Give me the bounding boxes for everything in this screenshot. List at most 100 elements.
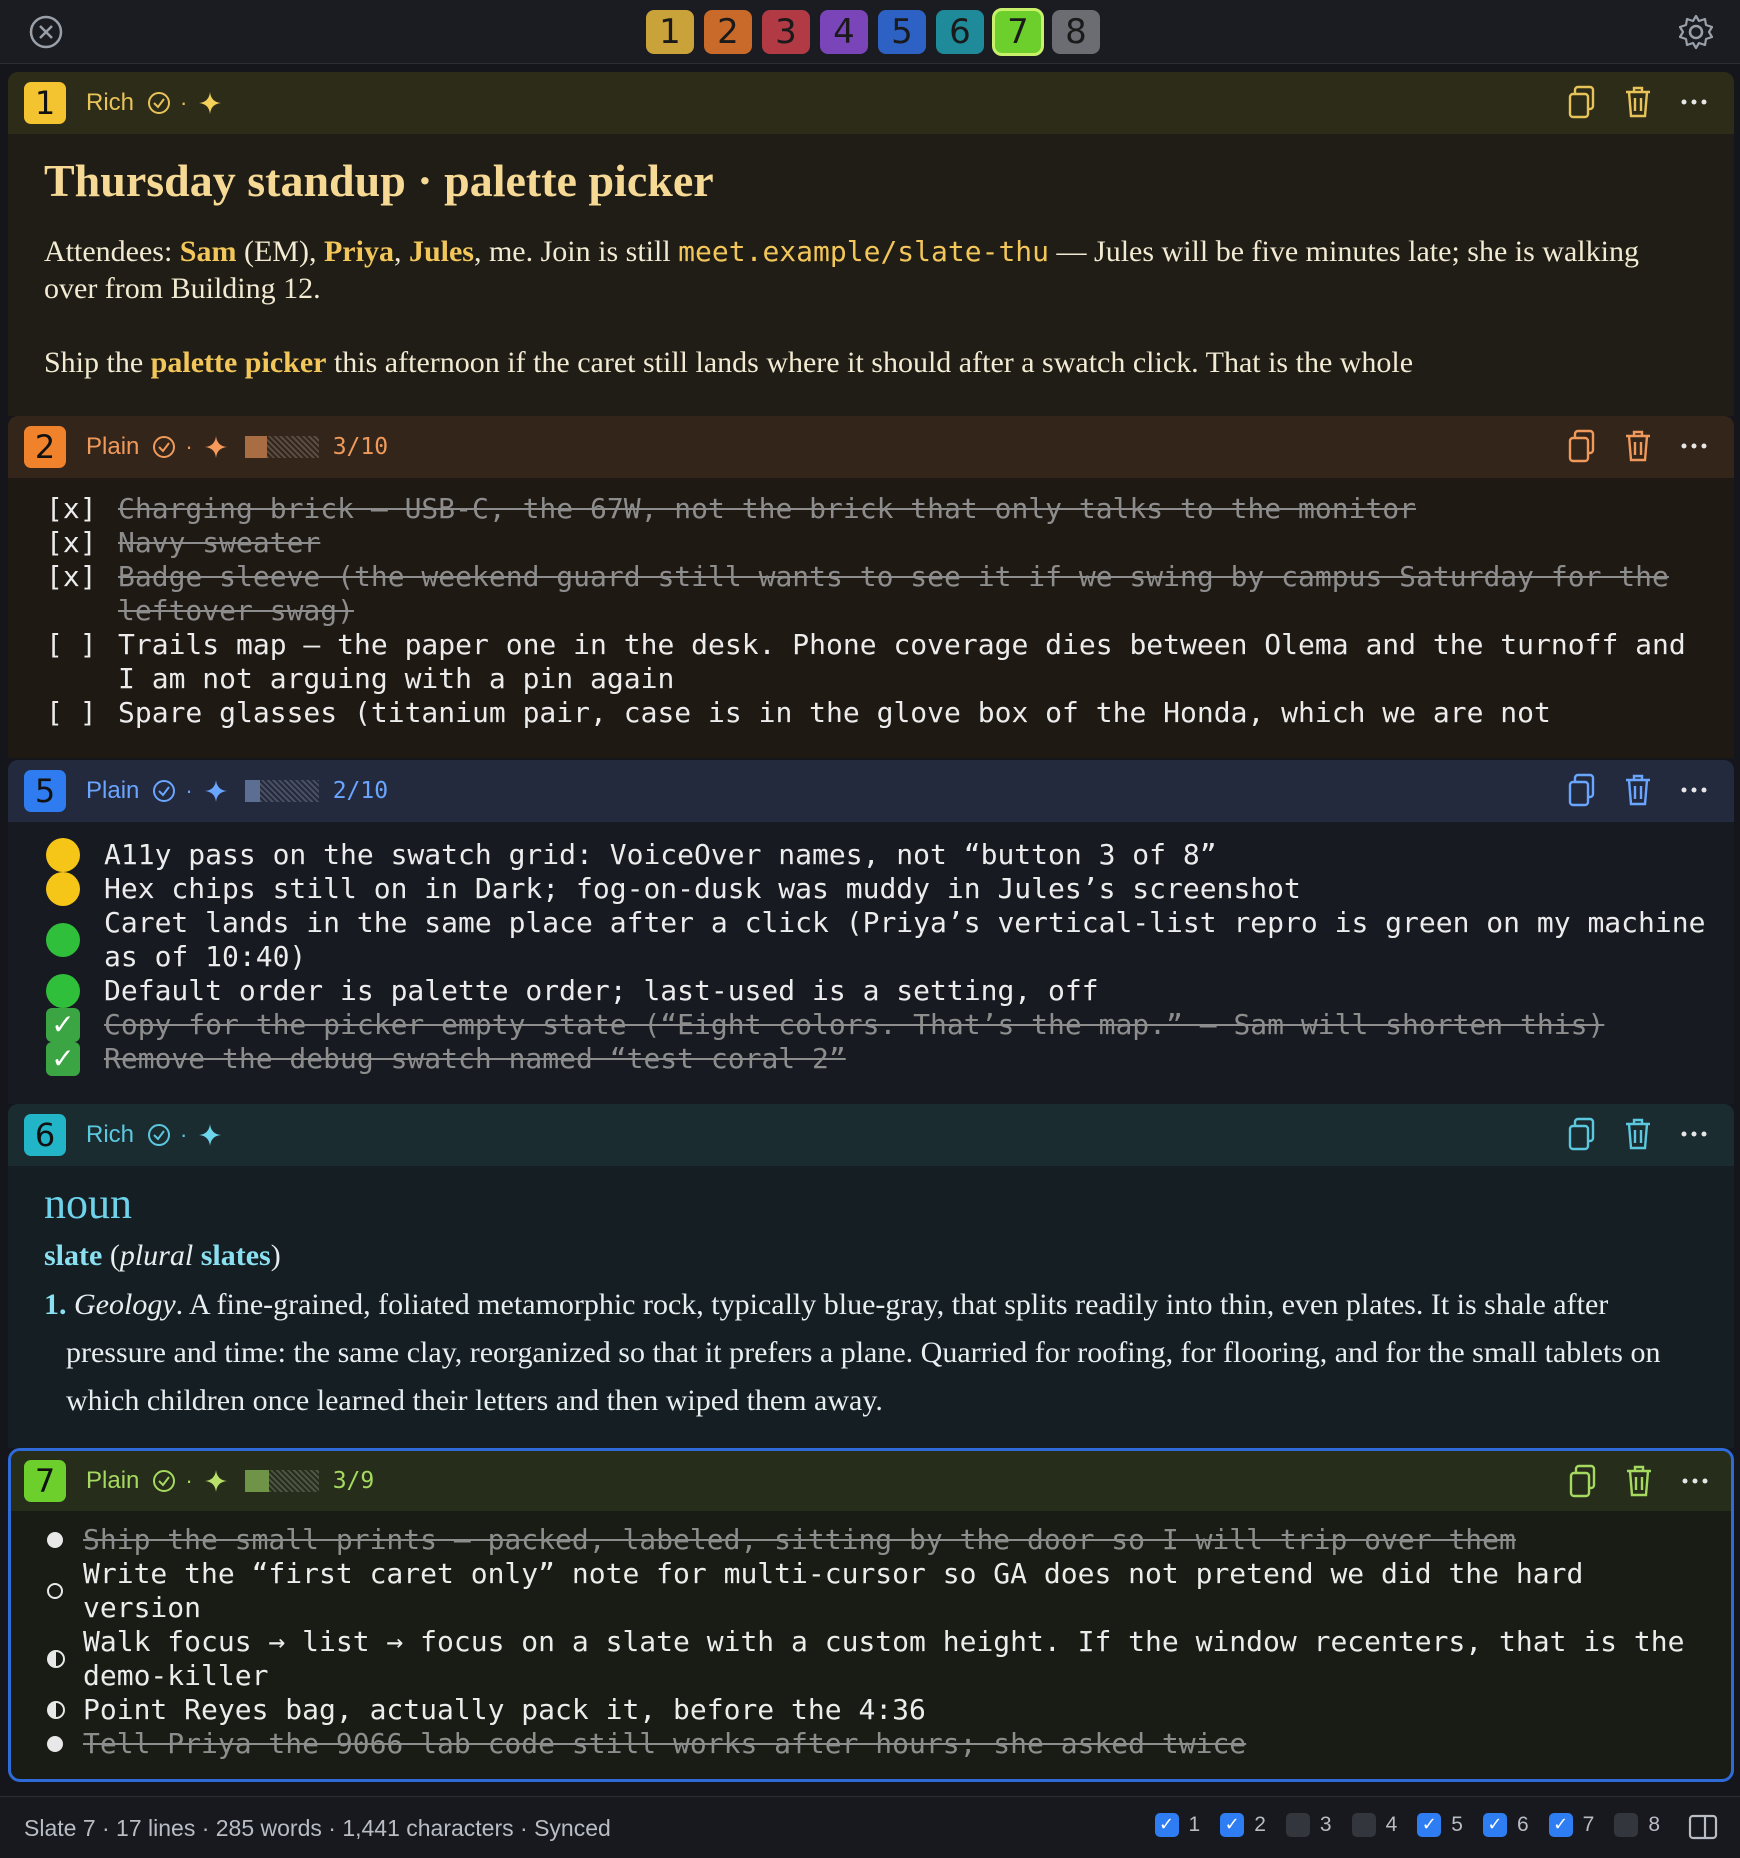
check-circle-icon[interactable]	[151, 778, 177, 804]
checkbox[interactable]: ✓	[1154, 1813, 1179, 1837]
half-bullet-icon[interactable]	[47, 1625, 83, 1693]
trash-icon[interactable]	[1622, 1116, 1654, 1152]
task-item[interactable]: Point Reyes bag, actually pack it, befor…	[47, 1693, 1713, 1727]
tab-slate-3[interactable]: 3	[762, 10, 810, 54]
checkbox[interactable]: ✓	[1482, 1813, 1507, 1837]
slate-toggle-7[interactable]: ✓ 7	[1548, 1813, 1594, 1837]
slate-number-badge[interactable]: 5	[24, 770, 66, 812]
checkbox[interactable]	[1285, 1813, 1310, 1837]
mode-label[interactable]: Plain	[86, 777, 139, 805]
split-view-icon[interactable]	[1688, 1813, 1718, 1841]
sparkle-icon[interactable]	[197, 90, 223, 116]
tab-slate-6[interactable]: 6	[936, 10, 984, 54]
sparkle-icon[interactable]	[203, 778, 229, 804]
tab-slate-1[interactable]: 1	[646, 10, 694, 54]
slate-5-body[interactable]: A11y pass on the swatch grid: VoiceOver …	[8, 822, 1734, 1104]
yellow-circle-icon[interactable]	[46, 872, 104, 906]
checklist-item[interactable]: [ ] Trails map — the paper one in the des…	[46, 628, 1716, 696]
copy-icon[interactable]	[1566, 1116, 1598, 1152]
mode-label[interactable]: Plain	[86, 433, 139, 461]
copy-icon[interactable]	[1567, 1463, 1599, 1499]
tab-slate-7[interactable]: 7	[992, 8, 1044, 56]
checkbox-marker[interactable]: [ ]	[46, 628, 118, 696]
checklist-item[interactable]: [x] Badge sleeve (the weekend guard still…	[46, 560, 1716, 628]
slate-7-body[interactable]: Ship the small prints — packed, labeled,…	[11, 1511, 1731, 1779]
checkbox[interactable]: ✓	[1548, 1813, 1573, 1837]
status-item[interactable]: Default order is palette order; last-use…	[46, 974, 1716, 1008]
task-item[interactable]: Tell Priya the 9066 lab code still works…	[47, 1727, 1713, 1761]
slate-6-body[interactable]: noun slate (plural slates) 1. Geology. A…	[8, 1166, 1734, 1425]
more-icon[interactable]	[1678, 84, 1710, 120]
checkbox[interactable]: ✓	[1417, 1813, 1442, 1837]
more-icon[interactable]	[1678, 772, 1710, 808]
slate-toggle-2[interactable]: ✓ 2	[1220, 1813, 1266, 1837]
checkmark-icon[interactable]: ✓	[46, 1042, 104, 1076]
status-item[interactable]: ✓ Remove the debug swatch named “test cor…	[46, 1042, 1716, 1076]
full-bullet-icon[interactable]	[47, 1727, 83, 1761]
checkbox-marker[interactable]: [x]	[46, 492, 118, 526]
mode-label[interactable]: Rich	[86, 1121, 134, 1149]
tab-slate-4[interactable]: 4	[820, 10, 868, 54]
close-icon[interactable]	[28, 14, 64, 50]
tab-slate-8[interactable]: 8	[1052, 10, 1100, 54]
status-item[interactable]: Caret lands in the same place after a cl…	[46, 906, 1716, 974]
checklist-item[interactable]: [x] Charging brick — USB-C, the 67W, not …	[46, 492, 1716, 526]
trash-icon[interactable]	[1622, 772, 1654, 808]
green-circle-icon[interactable]	[46, 906, 104, 974]
slate-1-body[interactable]: Thursday standup · palette picker Attend…	[8, 134, 1734, 416]
status-item[interactable]: A11y pass on the swatch grid: VoiceOver …	[46, 838, 1716, 872]
task-item[interactable]: Ship the small prints — packed, labeled,…	[47, 1523, 1713, 1557]
mode-label[interactable]: Rich	[86, 89, 134, 117]
checkbox[interactable]	[1351, 1813, 1376, 1837]
trash-icon[interactable]	[1622, 84, 1654, 120]
check-circle-icon[interactable]	[146, 90, 172, 116]
check-circle-icon[interactable]	[151, 434, 177, 460]
slate-toggle-3[interactable]: 3	[1285, 1813, 1332, 1837]
task-item[interactable]: Walk focus → list → focus on a slate wit…	[47, 1625, 1713, 1693]
tab-slate-5[interactable]: 5	[878, 10, 926, 54]
full-bullet-icon[interactable]	[47, 1523, 83, 1557]
mode-label[interactable]: Plain	[86, 1467, 139, 1495]
slate-toggle-8[interactable]: 8	[1614, 1813, 1660, 1837]
trash-icon[interactable]	[1622, 428, 1654, 464]
copy-icon[interactable]	[1566, 772, 1598, 808]
task-item[interactable]: Write the “first caret only” note for mu…	[47, 1557, 1713, 1625]
meeting-link[interactable]: meet.example/slate-thu	[678, 235, 1049, 268]
green-circle-icon[interactable]	[46, 974, 104, 1008]
slate-number-badge[interactable]: 6	[24, 1114, 66, 1156]
checkmark-icon[interactable]: ✓	[46, 1008, 104, 1042]
more-icon[interactable]	[1678, 1116, 1710, 1152]
copy-icon[interactable]	[1566, 428, 1598, 464]
yellow-circle-icon[interactable]	[46, 838, 104, 872]
trash-icon[interactable]	[1623, 1463, 1655, 1499]
checklist-item[interactable]: [ ] Spare glasses (titanium pair, case is…	[46, 696, 1716, 730]
more-icon[interactable]	[1678, 428, 1710, 464]
copy-icon[interactable]	[1566, 84, 1598, 120]
checkbox-marker[interactable]: [x]	[46, 526, 118, 560]
slate-number-badge[interactable]: 7	[24, 1460, 66, 1502]
slate-toggle-5[interactable]: ✓ 5	[1417, 1813, 1463, 1837]
sparkle-icon[interactable]	[203, 434, 229, 460]
slate-toggle-1[interactable]: ✓ 1	[1154, 1813, 1200, 1837]
slate-toggle-4[interactable]: 4	[1351, 1813, 1397, 1837]
slate-number-badge[interactable]: 2	[24, 426, 66, 468]
status-item[interactable]: Hex chips still on in Dark; fog-on-dusk …	[46, 872, 1716, 906]
checklist-item[interactable]: [x] Navy sweater	[46, 526, 1716, 560]
tab-slate-2[interactable]: 2	[704, 10, 752, 54]
check-circle-icon[interactable]	[146, 1122, 172, 1148]
checkbox[interactable]	[1614, 1813, 1639, 1837]
checkbox[interactable]: ✓	[1220, 1813, 1245, 1837]
status-item[interactable]: ✓ Copy for the picker empty state (“Eight…	[46, 1008, 1716, 1042]
checkbox-marker[interactable]: [x]	[46, 560, 118, 628]
slate-toggle-6[interactable]: ✓ 6	[1482, 1813, 1529, 1837]
slate-2-body[interactable]: [x] Charging brick — USB-C, the 67W, not …	[8, 478, 1734, 758]
half-bullet-icon[interactable]	[47, 1693, 83, 1727]
checkbox-marker[interactable]: [ ]	[46, 696, 118, 730]
sparkle-icon[interactable]	[203, 1468, 229, 1494]
empty-bullet-icon[interactable]	[47, 1557, 83, 1625]
check-circle-icon[interactable]	[151, 1468, 177, 1494]
sparkle-icon[interactable]	[197, 1122, 223, 1148]
slate-number-badge[interactable]: 1	[24, 82, 66, 124]
gear-icon[interactable]	[1676, 12, 1716, 52]
more-icon[interactable]	[1679, 1463, 1711, 1499]
